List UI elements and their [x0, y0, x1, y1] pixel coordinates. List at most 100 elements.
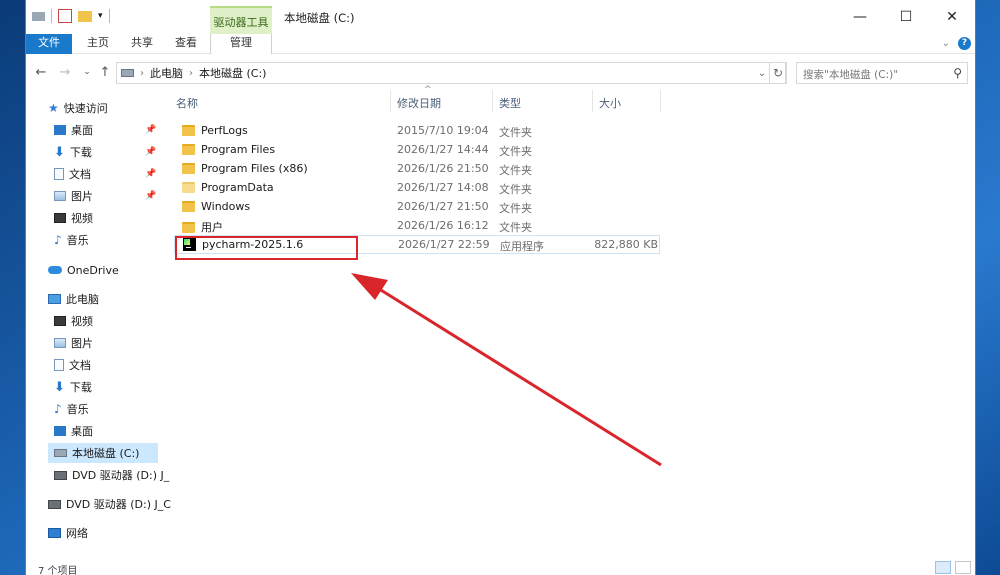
file-name: Program Files [182, 143, 275, 156]
column-divider[interactable] [390, 90, 391, 112]
recent-locations-dropdown[interactable]: ⌄ [78, 63, 96, 81]
help-icon[interactable]: ? [958, 37, 971, 50]
address-dropdown-icon[interactable]: ⌄ [754, 62, 770, 84]
picture-icon [54, 338, 66, 348]
search-input[interactable]: 搜索"本地磁盘 (C:)" ⚲ [796, 62, 968, 84]
file-row[interactable]: PerfLogs 2015/7/10 19:04 文件夹 [174, 121, 660, 140]
folder-icon [182, 182, 195, 193]
pin-icon[interactable]: 📌 [145, 147, 156, 157]
column-header-type[interactable]: 类型 [499, 95, 521, 111]
tab-manage[interactable]: 管理 [210, 34, 272, 54]
file-date: 2026/1/27 21:50 [397, 200, 489, 213]
large-icons-view-icon[interactable] [955, 561, 971, 574]
file-row[interactable]: 用户 2026/1/26 16:12 文件夹 [174, 216, 660, 235]
drive-icon [54, 449, 67, 457]
close-button[interactable]: ✕ [929, 0, 975, 34]
file-row[interactable]: Program Files (x86) 2026/1/26 21:50 文件夹 [174, 159, 660, 178]
chevron-right-icon: › [140, 67, 144, 79]
nav-label: 桌面 [71, 124, 93, 137]
address-bar[interactable]: › 此电脑 › 本地磁盘 (C:) [116, 62, 786, 84]
properties-icon[interactable] [58, 9, 72, 23]
nav-quick-access[interactable]: ★ 快速访问 [48, 98, 108, 118]
desktop-icon [54, 426, 66, 436]
file-name-label: Windows [201, 200, 251, 213]
dvd-icon [54, 470, 67, 480]
view-toggle [935, 561, 971, 574]
qat-dropdown-icon[interactable]: ▾ [98, 11, 103, 21]
nav-pc-documents[interactable]: 文档 [54, 355, 91, 375]
file-explorer-window: ▾ 驱动器工具 本地磁盘 (C:) — ☐ ✕ 文件 主页 共享 查看 管理 ⌄… [25, 0, 976, 575]
nav-network[interactable]: 网络 [48, 523, 88, 543]
expand-ribbon-icon[interactable]: ⌄ [942, 38, 950, 49]
column-header-date[interactable]: 修改日期 [397, 95, 441, 111]
tab-home[interactable]: 主页 [78, 34, 118, 54]
nav-desktop[interactable]: 桌面 [54, 120, 93, 140]
nav-dvd-drive[interactable]: DVD 驱动器 (D:) J_C [48, 494, 171, 514]
breadcrumb-local-disk[interactable]: 本地磁盘 (C:) [199, 65, 266, 81]
nav-this-pc[interactable]: 此电脑 [48, 289, 99, 309]
tab-view[interactable]: 查看 [166, 34, 206, 54]
nav-pc-downloads[interactable]: ⬇ 下载 [54, 377, 92, 397]
nav-label: 音乐 [66, 234, 89, 247]
column-divider[interactable] [592, 90, 593, 112]
window-controls: — ☐ ✕ [837, 0, 975, 34]
nav-pc-videos[interactable]: 视频 [54, 311, 93, 331]
back-button[interactable]: ← [32, 63, 50, 81]
picture-icon [54, 191, 66, 201]
maximize-button[interactable]: ☐ [883, 0, 929, 34]
desktop-icon [54, 125, 66, 135]
breadcrumb-this-pc[interactable]: 此电脑 [150, 65, 183, 81]
annotation-arrow [351, 273, 662, 467]
file-row[interactable]: Windows 2026/1/27 21:50 文件夹 [174, 197, 660, 216]
nav-music[interactable]: ♪ 音乐 [54, 230, 89, 250]
nav-pc-music[interactable]: ♪ 音乐 [54, 399, 89, 419]
folder-icon [182, 221, 195, 233]
pin-icon[interactable]: 📌 [145, 169, 156, 179]
nav-downloads[interactable]: ⬇ 下载 [54, 142, 92, 162]
column-divider[interactable] [660, 90, 661, 112]
network-icon [48, 528, 61, 538]
file-type: 文件夹 [499, 145, 532, 158]
new-folder-icon[interactable] [78, 10, 92, 22]
nav-pc-pictures[interactable]: 图片 [54, 333, 93, 353]
forward-button[interactable]: → [56, 63, 74, 81]
nav-label: 桌面 [71, 425, 93, 438]
file-name: PerfLogs [182, 124, 248, 137]
download-icon: ⬇ [54, 144, 65, 160]
ribbon-right: ⌄ ? [942, 37, 971, 50]
context-tab-drive-tools: 驱动器工具 [210, 6, 272, 34]
nav-local-disk-c[interactable]: 本地磁盘 (C:) [48, 443, 158, 463]
file-name: 用户 [182, 219, 223, 235]
column-divider[interactable] [492, 90, 493, 112]
nav-pc-desktop[interactable]: 桌面 [54, 421, 93, 441]
document-icon [54, 168, 64, 180]
download-icon: ⬇ [54, 379, 65, 395]
nav-pictures[interactable]: 图片 [54, 186, 93, 206]
arrow-shaft [375, 285, 662, 467]
nav-videos[interactable]: 视频 [54, 208, 93, 228]
tab-share[interactable]: 共享 [122, 34, 162, 54]
drive-icon [32, 11, 45, 21]
nav-label: 下载 [69, 381, 92, 394]
annotation-highlight-box [175, 236, 358, 260]
minimize-button[interactable]: — [837, 0, 883, 34]
computer-icon [48, 294, 61, 304]
nav-label: DVD 驱动器 (D:) J_ [72, 469, 170, 482]
up-button[interactable]: ↑ [96, 63, 114, 81]
tab-file[interactable]: 文件 [26, 34, 72, 54]
file-name-label: Program Files (x86) [201, 162, 308, 175]
file-name-label: PerfLogs [201, 124, 248, 137]
pin-icon[interactable]: 📌 [145, 191, 156, 201]
column-header-size[interactable]: 大小 [599, 95, 621, 111]
nav-dvd-drive-pc[interactable]: DVD 驱动器 (D:) J_ [54, 465, 169, 485]
nav-documents[interactable]: 文档 [54, 164, 91, 184]
quick-access-toolbar: ▾ [32, 9, 110, 23]
details-view-icon[interactable] [935, 561, 951, 574]
file-row[interactable]: ProgramData 2026/1/27 14:08 文件夹 [174, 178, 660, 197]
nav-onedrive[interactable]: OneDrive [48, 260, 119, 280]
refresh-button[interactable]: ↻ [769, 62, 787, 84]
file-row[interactable]: Program Files 2026/1/27 14:44 文件夹 [174, 140, 660, 159]
nav-label: 图片 [71, 190, 93, 203]
pin-icon[interactable]: 📌 [145, 125, 156, 135]
column-header-name[interactable]: 名称 [176, 95, 198, 111]
